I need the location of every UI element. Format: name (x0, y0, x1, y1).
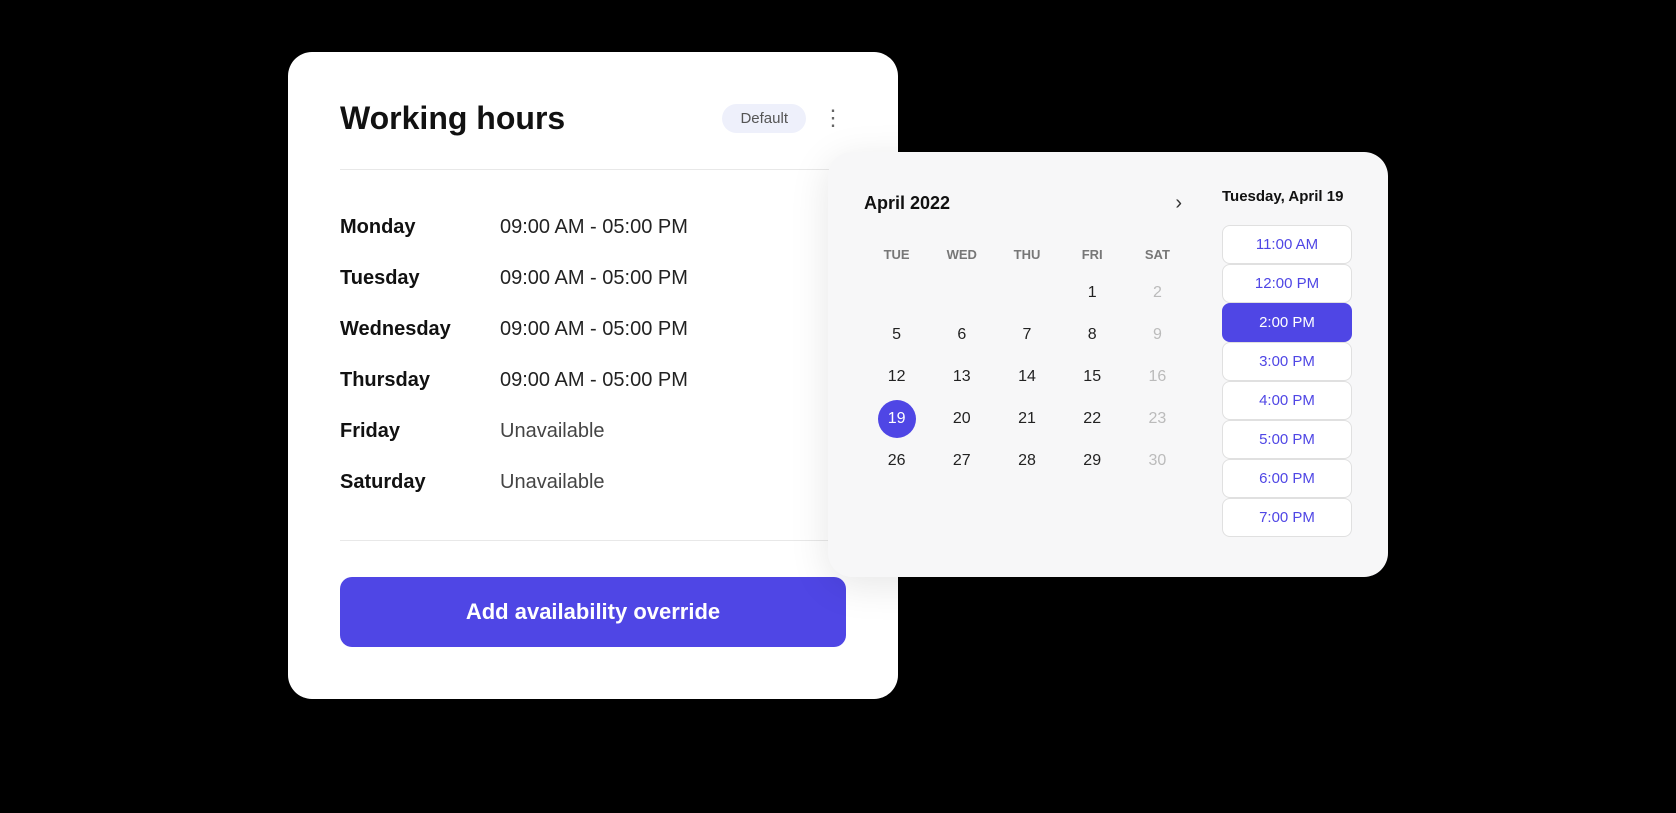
time-slot[interactable]: 12:00 PM (1222, 264, 1352, 303)
day-name: Thursday (340, 369, 500, 392)
card-header: Working hours Default ⋮ (340, 100, 846, 137)
weekday-header: WED (929, 243, 994, 266)
calendar-grid: TUEWEDTHUFRISAT 125678912131415161920212… (864, 243, 1190, 480)
weekday-header: THU (994, 243, 1059, 266)
schedule-row: Tuesday 09:00 AM - 05:00 PM (340, 253, 846, 304)
calendar-day[interactable]: 22 (1060, 400, 1125, 438)
schedule-row: Friday Unavailable (340, 406, 846, 457)
calendar-day (929, 274, 994, 312)
calendar-week-row: 56789 (864, 316, 1190, 354)
selected-calendar-day[interactable]: 19 (878, 400, 916, 438)
weekday-header: TUE (864, 243, 929, 266)
calendar-left: April 2022 › TUEWEDTHUFRISAT 12567891213… (864, 188, 1190, 537)
calendar-day[interactable]: 9 (1125, 316, 1190, 354)
day-hours: Unavailable (500, 471, 605, 494)
footer-divider (340, 540, 846, 541)
calendar-nav: April 2022 › (864, 188, 1190, 219)
time-slots-list: 11:00 AM12:00 PM2:00 PM3:00 PM4:00 PM5:0… (1222, 225, 1352, 537)
day-hours: 09:00 AM - 05:00 PM (500, 216, 688, 239)
day-name: Wednesday (340, 318, 500, 341)
calendar-weeks: 1256789121314151619202122232627282930 (864, 274, 1190, 480)
calendar-day[interactable]: 2 (1125, 274, 1190, 312)
schedule-row: Wednesday 09:00 AM - 05:00 PM (340, 304, 846, 355)
calendar-week-row: 1213141516 (864, 358, 1190, 396)
calendar-day[interactable]: 26 (864, 442, 929, 480)
calendar-day[interactable]: 21 (994, 400, 1059, 438)
weekday-header: FRI (1060, 243, 1125, 266)
calendar-day[interactable]: 20 (929, 400, 994, 438)
schedule-row: Thursday 09:00 AM - 05:00 PM (340, 355, 846, 406)
time-slot[interactable]: 4:00 PM (1222, 381, 1352, 420)
schedule-row: Saturday Unavailable (340, 457, 846, 508)
selected-time-slot[interactable]: 2:00 PM (1222, 303, 1352, 342)
card-title: Working hours (340, 100, 706, 137)
working-hours-card: Working hours Default ⋮ Monday 09:00 AM … (288, 52, 898, 699)
calendar-day[interactable]: 5 (864, 316, 929, 354)
calendar-day[interactable]: 27 (929, 442, 994, 480)
day-name: Saturday (340, 471, 500, 494)
day-name: Monday (340, 216, 500, 239)
day-hours: 09:00 AM - 05:00 PM (500, 369, 688, 392)
calendar-day[interactable]: 14 (994, 358, 1059, 396)
time-slot[interactable]: 11:00 AM (1222, 225, 1352, 264)
next-month-button[interactable]: › (1167, 188, 1190, 219)
day-hours: 09:00 AM - 05:00 PM (500, 267, 688, 290)
calendar-day[interactable]: 16 (1125, 358, 1190, 396)
calendar-weekday-headers: TUEWEDTHUFRISAT (864, 243, 1190, 266)
more-options-icon[interactable]: ⋮ (822, 105, 846, 131)
calendar-day[interactable]: 7 (994, 316, 1059, 354)
scene: Working hours Default ⋮ Monday 09:00 AM … (288, 32, 1388, 782)
calendar-day[interactable]: 29 (1060, 442, 1125, 480)
time-slot[interactable]: 6:00 PM (1222, 459, 1352, 498)
day-hours: 09:00 AM - 05:00 PM (500, 318, 688, 341)
weekday-header: SAT (1125, 243, 1190, 266)
calendar-day (994, 274, 1059, 312)
calendar-day[interactable]: 15 (1060, 358, 1125, 396)
time-slot[interactable]: 5:00 PM (1222, 420, 1352, 459)
selected-date-label: Tuesday, April 19 (1222, 188, 1352, 205)
calendar-day[interactable]: 13 (929, 358, 994, 396)
time-slot[interactable]: 3:00 PM (1222, 342, 1352, 381)
calendar-week-row: 2627282930 (864, 442, 1190, 480)
calendar-day[interactable]: 8 (1060, 316, 1125, 354)
calendar-day[interactable]: 28 (994, 442, 1059, 480)
calendar-month: April 2022 (864, 193, 1167, 214)
day-name: Friday (340, 420, 500, 443)
calendar-week-row: 12 (864, 274, 1190, 312)
schedule-list: Monday 09:00 AM - 05:00 PM Tuesday 09:00… (340, 202, 846, 508)
calendar-card: April 2022 › TUEWEDTHUFRISAT 12567891213… (828, 152, 1388, 577)
calendar-day (864, 274, 929, 312)
schedule-row: Monday 09:00 AM - 05:00 PM (340, 202, 846, 253)
calendar-day[interactable]: 12 (864, 358, 929, 396)
calendar-day[interactable]: 23 (1125, 400, 1190, 438)
day-name: Tuesday (340, 267, 500, 290)
time-slot[interactable]: 7:00 PM (1222, 498, 1352, 537)
add-availability-override-button[interactable]: Add availability override (340, 577, 846, 647)
default-badge: Default (722, 104, 806, 133)
calendar-day[interactable]: 30 (1125, 442, 1190, 480)
time-slots-panel: Tuesday, April 19 11:00 AM12:00 PM2:00 P… (1222, 188, 1352, 537)
header-divider (340, 169, 846, 170)
calendar-week-row: 19 20212223 (864, 400, 1190, 438)
day-hours: Unavailable (500, 420, 605, 443)
calendar-day[interactable]: 1 (1060, 274, 1125, 312)
calendar-day[interactable]: 6 (929, 316, 994, 354)
